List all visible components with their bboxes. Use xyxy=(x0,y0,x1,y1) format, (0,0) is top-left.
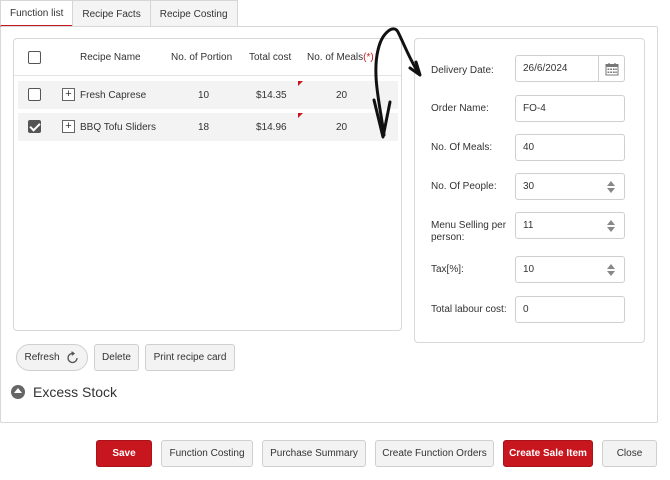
header-total-cost[interactable]: Total cost xyxy=(249,52,291,63)
close-button[interactable]: Close xyxy=(602,440,657,467)
refresh-icon xyxy=(66,350,78,363)
create-function-orders-button[interactable]: Create Function Orders xyxy=(375,440,494,467)
no-of-portion: 10 xyxy=(198,90,210,101)
no-of-meals[interactable]: 20 xyxy=(336,122,347,133)
excess-stock-toggle[interactable]: Excess Stock xyxy=(11,384,117,400)
spinner-icon[interactable] xyxy=(598,213,624,238)
recipe-name: BBQ Tofu Sliders xyxy=(80,122,156,133)
total-cost: $14.35 xyxy=(256,90,287,101)
no-of-people-label: No. Of People: xyxy=(431,181,497,192)
tab-recipe-costing[interactable]: Recipe Costing xyxy=(149,0,238,27)
cost-flag-icon xyxy=(298,113,303,118)
table-row[interactable]: + Fresh Caprese 10 $14.35 20 xyxy=(18,81,398,109)
order-name-input[interactable]: FO-4 xyxy=(515,95,625,122)
excess-stock-title: Excess Stock xyxy=(33,384,118,400)
refresh-button[interactable]: Refresh xyxy=(16,344,88,371)
tab-function-list[interactable]: Function list xyxy=(0,0,74,27)
refresh-label: Refresh xyxy=(24,352,60,363)
spinner-icon[interactable] xyxy=(598,257,624,282)
menu-selling-value: 11 xyxy=(523,220,534,231)
no-of-meals-input[interactable]: 40 xyxy=(515,134,625,161)
select-all-checkbox[interactable] xyxy=(28,51,41,64)
delete-button[interactable]: Delete xyxy=(94,344,139,371)
purchase-summary-button[interactable]: Purchase Summary xyxy=(262,440,366,467)
header-no-of-portion[interactable]: No. of Portion xyxy=(171,52,232,63)
calendar-icon[interactable] xyxy=(598,56,624,81)
tab-bar: Function list Recipe Facts Recipe Costin… xyxy=(0,0,238,27)
tab-recipe-facts[interactable]: Recipe Facts xyxy=(72,0,151,27)
total-cost: $14.96 xyxy=(256,122,287,133)
labour-cost-input[interactable]: 0 xyxy=(515,296,625,323)
tax-label: Tax[%]: xyxy=(431,264,464,275)
cost-flag-icon xyxy=(298,81,303,86)
function-details-form: Delivery Date: 26/6/2024 Order Name: FO-… xyxy=(414,38,645,343)
delivery-date-value: 26/6/2024 xyxy=(523,63,568,74)
menu-selling-stepper[interactable]: 11 xyxy=(515,212,625,239)
table-row[interactable]: + BBQ Tofu Sliders 18 $14.96 20 xyxy=(18,113,398,141)
save-button[interactable]: Save xyxy=(96,440,152,467)
no-of-meals-label: No. Of Meals: xyxy=(431,142,493,153)
header-no-of-meals-label: No. of Meals xyxy=(307,52,364,63)
no-of-people-value: 30 xyxy=(523,181,535,192)
print-recipe-card-button[interactable]: Print recipe card xyxy=(145,344,235,371)
tax-value: 10 xyxy=(523,264,535,275)
labour-cost-label: Total labour cost: xyxy=(431,304,507,315)
order-name-label: Order Name: xyxy=(431,103,489,114)
recipe-name: Fresh Caprese xyxy=(80,90,147,101)
function-costing-button[interactable]: Function Costing xyxy=(161,440,253,467)
no-of-portion: 18 xyxy=(198,122,210,133)
expand-icon[interactable]: + xyxy=(62,120,75,133)
spinner-icon[interactable] xyxy=(598,174,624,199)
no-of-people-stepper[interactable]: 30 xyxy=(515,173,625,200)
row-checkbox[interactable] xyxy=(28,88,41,101)
collapse-icon xyxy=(11,385,25,399)
tax-stepper[interactable]: 10 xyxy=(515,256,625,283)
row-checkbox[interactable] xyxy=(28,120,41,133)
header-recipe-name[interactable]: Recipe Name xyxy=(80,52,141,63)
menu-selling-label: Menu Selling per person: xyxy=(431,220,507,243)
create-sale-item-button[interactable]: Create Sale Item xyxy=(503,440,593,467)
delivery-date-label: Delivery Date: xyxy=(431,65,494,76)
expand-icon[interactable]: + xyxy=(62,88,75,101)
swap-arrow-annotation xyxy=(372,27,422,139)
grid-header: Recipe Name No. of Portion Total cost No… xyxy=(14,39,401,76)
recipe-grid: Recipe Name No. of Portion Total cost No… xyxy=(13,38,402,331)
no-of-meals[interactable]: 20 xyxy=(336,90,347,101)
delivery-date-field[interactable]: 26/6/2024 xyxy=(515,55,625,82)
